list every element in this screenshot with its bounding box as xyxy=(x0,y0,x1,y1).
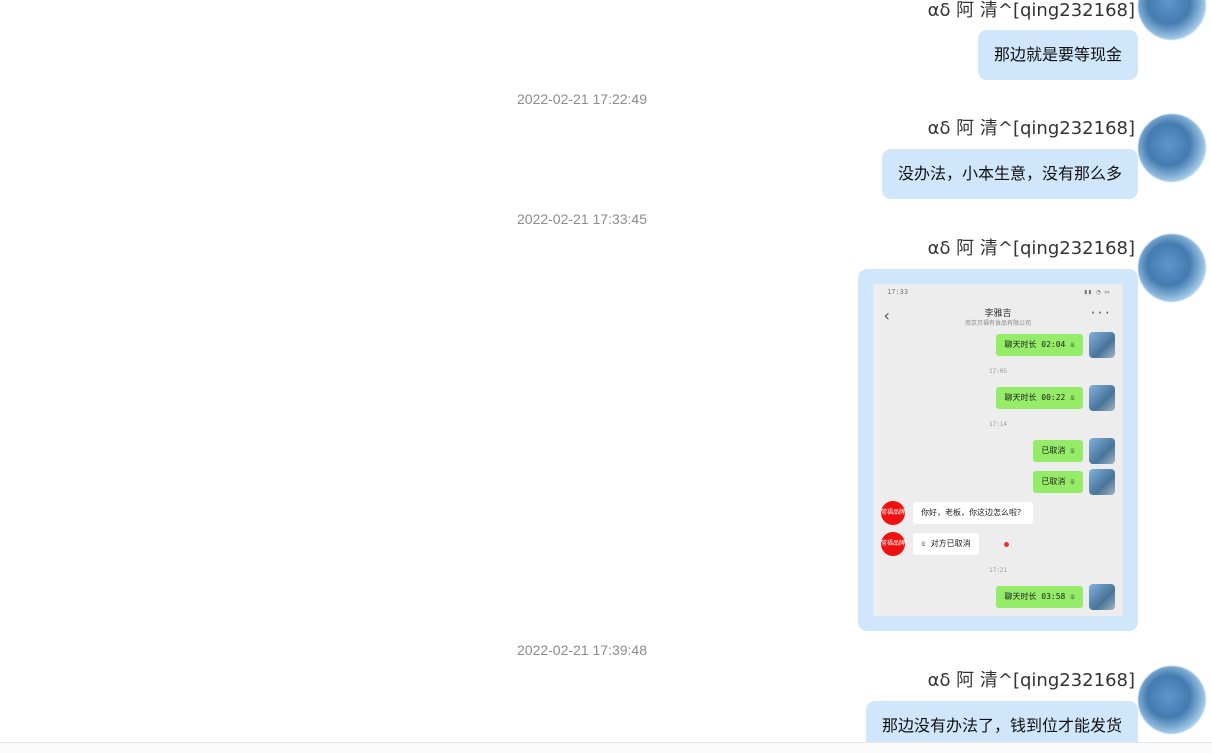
phone-chat-screenshot-image: 17:33 ▮▮ ◔ ▭ ‹ 李雅吉 南京贝福有食品有限公司 ··· 聊天时长 … xyxy=(873,284,1123,616)
self-avatar xyxy=(1089,438,1115,464)
contact-avatar: 常福品牌 xyxy=(881,532,905,556)
sender-avatar[interactable] xyxy=(1138,114,1206,182)
chat-time: 17:05 xyxy=(988,368,1008,375)
phone-status-bar: 17:33 ▮▮ ◔ ▭ xyxy=(887,288,1109,296)
message-timestamp: 2022-02-21 17:39:48 xyxy=(517,642,647,658)
chat-history: αδ 阿 清^[qing232168] 那边就是要等现金 2022-02-21 … xyxy=(0,0,1212,753)
chat-time: 17:21 xyxy=(988,567,1008,574)
phone-clock: 17:33 xyxy=(887,288,909,296)
message-bubble[interactable]: 那边就是要等现金 xyxy=(977,30,1138,80)
self-avatar xyxy=(1089,469,1115,495)
message-bubble[interactable]: 没办法，小本生意，没有那么多 xyxy=(881,149,1138,199)
sender-name: αδ 阿 清^[qing232168] xyxy=(927,238,1135,259)
contact-avatar: 常福品牌 xyxy=(881,501,905,525)
image-message[interactable]: 17:33 ▮▮ ◔ ▭ ‹ 李雅吉 南京贝福有食品有限公司 ··· 聊天时长 … xyxy=(858,269,1138,631)
call-record-bubble: 聊天时长 00:22 ☏ xyxy=(996,387,1083,409)
call-cancelled-bubble: 已取消 ☏ xyxy=(1033,471,1083,493)
incoming-call-bubble: ☏ 对方已取消 xyxy=(913,533,979,555)
message-timestamp: 2022-02-21 17:22:49 xyxy=(517,91,647,107)
unread-dot xyxy=(1004,542,1009,547)
chat-time: 17:14 xyxy=(988,421,1008,428)
call-record-bubble: 聊天时长 03:58 ☏ xyxy=(996,586,1083,608)
call-cancelled-bubble: 已取消 ☏ xyxy=(1033,440,1083,462)
sender-avatar[interactable] xyxy=(1138,0,1206,40)
message-timestamp: 2022-02-21 17:33:45 xyxy=(517,211,647,227)
call-record-bubble: 聊天时长 02:04 ☏ xyxy=(996,334,1083,356)
self-avatar xyxy=(1089,332,1115,358)
bottom-divider xyxy=(0,742,1212,753)
sender-name: αδ 阿 清^[qing232168] xyxy=(927,0,1135,21)
self-avatar xyxy=(1089,385,1115,411)
more-icon: ··· xyxy=(1089,306,1111,320)
phone-status-icons: ▮▮ ◔ ▭ xyxy=(1083,288,1109,296)
sender-name: αδ 阿 清^[qing232168] xyxy=(927,118,1135,139)
sender-avatar[interactable] xyxy=(1138,234,1206,302)
sender-name: αδ 阿 清^[qing232168] xyxy=(927,670,1135,691)
incoming-message-bubble: 你好，老板，你这边怎么啦？ xyxy=(913,502,1033,524)
contact-company: 南京贝福有食品有限公司 xyxy=(964,320,1031,327)
sender-avatar[interactable] xyxy=(1138,666,1206,734)
self-avatar xyxy=(1089,584,1115,610)
